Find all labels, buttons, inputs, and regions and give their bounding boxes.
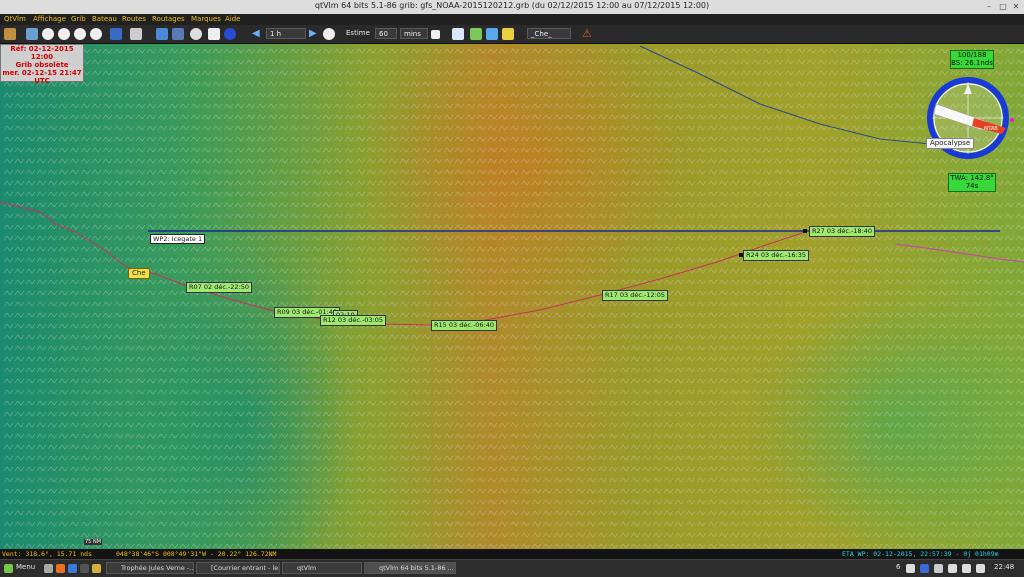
start-menu[interactable]: Menu bbox=[16, 563, 35, 571]
grib-ref-date: Réf: 02-12-2015 12:00 bbox=[10, 45, 74, 61]
route-name-box: Apocalypse bbox=[926, 138, 975, 149]
tray-battery-icon[interactable] bbox=[976, 564, 985, 573]
zoom-all-icon[interactable] bbox=[90, 28, 102, 40]
compass-rose[interactable]: MTAB bbox=[924, 74, 1020, 170]
grib-info-box: Réf: 02-12-2015 12:00 Grib obsolète mer.… bbox=[0, 44, 84, 85]
thunderbird-icon[interactable] bbox=[68, 564, 77, 573]
coast-line bbox=[639, 45, 931, 145]
estime-checkbox[interactable] bbox=[431, 30, 440, 39]
map-view[interactable]: Réf: 02-12-2015 12:00 Grib obsolète mer.… bbox=[0, 44, 1024, 549]
grib-tz: UTC bbox=[34, 77, 50, 85]
menu-routages[interactable]: Routages bbox=[152, 15, 185, 23]
maximize-icon[interactable]: □ bbox=[998, 2, 1008, 12]
route-icon[interactable] bbox=[470, 28, 482, 40]
route-label-r17[interactable]: R17 03 déc.-12:05 bbox=[602, 290, 669, 301]
firefox-icon[interactable] bbox=[56, 564, 65, 573]
next-step-icon[interactable]: ▶ bbox=[309, 28, 321, 40]
route-path bbox=[149, 231, 806, 326]
clock: 22:48 bbox=[994, 563, 1015, 571]
wind-icon[interactable] bbox=[190, 28, 202, 40]
warning-icon[interactable]: ⚠ bbox=[582, 28, 594, 40]
route-label-r12[interactable]: R12 03 déc.-03:05 bbox=[320, 315, 387, 326]
menu-icon[interactable] bbox=[4, 564, 13, 573]
compass-count-box: 100/188 BS: 26.1nds bbox=[950, 50, 994, 69]
settings-icon[interactable] bbox=[4, 28, 16, 40]
estime-unit-select[interactable]: mins bbox=[400, 28, 428, 39]
menu-marques[interactable]: Marques bbox=[191, 15, 221, 23]
other-route bbox=[894, 243, 1024, 263]
task-courrier[interactable]: [Courrier entrant - le... bbox=[196, 562, 280, 574]
waypoint-label[interactable]: WP2: Icegate 1 bbox=[150, 234, 206, 244]
prev-step-icon[interactable]: ◀ bbox=[252, 28, 264, 40]
menu-bar: QtVlm Affichage Grib Bateau Routes Routa… bbox=[0, 14, 1024, 25]
window-title: qtVlm 64 bits 5.1-86 grib: gfs_NOAA-2015… bbox=[314, 1, 710, 10]
vmg-tag: MTAB bbox=[984, 126, 998, 132]
mail-icon[interactable] bbox=[452, 28, 464, 40]
position-status: 048°38'46"S 008°49'31"W - 20.22° 126.72N… bbox=[116, 550, 277, 558]
toolbar: ◀ 1 h ▶ Estime 60 mins _Che_ ⚠ bbox=[0, 25, 1024, 44]
play-icon[interactable] bbox=[323, 28, 335, 40]
magnify-icon[interactable] bbox=[130, 28, 142, 40]
tray-wifi-icon[interactable] bbox=[962, 564, 971, 573]
title-bar: qtVlm 64 bits 5.1-86 grib: gfs_NOAA-2015… bbox=[0, 0, 1024, 15]
task-trophee[interactable]: Trophée Jules Verne -... bbox=[106, 562, 194, 574]
pilot-icon[interactable] bbox=[502, 28, 514, 40]
eta-status: ETA WP: 02-12-2015, 22:57:39 - 0j 01h09m bbox=[842, 550, 999, 558]
locate-icon[interactable] bbox=[156, 28, 168, 40]
menu-qtvlm[interactable]: QtVlm bbox=[4, 15, 26, 23]
route-label-r07[interactable]: R07 02 déc.-22:50 bbox=[186, 282, 253, 293]
time-step-select[interactable]: 1 h bbox=[266, 28, 306, 39]
tray-network-icon[interactable] bbox=[906, 564, 915, 573]
route-layer bbox=[0, 45, 1024, 326]
minimize-icon[interactable]: – bbox=[984, 2, 994, 12]
close-icon[interactable]: ✕ bbox=[1011, 2, 1021, 12]
tray-volume-icon[interactable] bbox=[948, 564, 957, 573]
files-icon[interactable] bbox=[92, 564, 101, 573]
menu-aide[interactable]: Aide bbox=[225, 15, 240, 23]
past-track bbox=[0, 201, 141, 273]
status-bar: Vent: 318.6°, 15.71 nds 048°38'46"S 008°… bbox=[0, 549, 1024, 559]
zoom-fit-icon[interactable] bbox=[74, 28, 86, 40]
boat-speed: BS: 26.1nds bbox=[951, 59, 993, 67]
menu-bateau[interactable]: Bateau bbox=[92, 15, 117, 23]
menu-routes[interactable]: Routes bbox=[122, 15, 146, 23]
route-marker bbox=[803, 229, 807, 233]
estime-value-input[interactable]: 60 bbox=[375, 28, 397, 39]
tray-count: 6 bbox=[896, 563, 901, 571]
task-qtvlm-app[interactable]: qtVlm 64 bits 5.1-86 ... bbox=[364, 562, 456, 574]
grib-current-date: mer. 02-12-15 21:47 bbox=[2, 69, 82, 77]
twa-value: TWA: 142.8° bbox=[950, 174, 994, 182]
zoom-out-icon[interactable] bbox=[58, 28, 70, 40]
select-icon[interactable] bbox=[110, 28, 122, 40]
layers-icon[interactable] bbox=[172, 28, 184, 40]
tray-bluetooth-icon[interactable] bbox=[920, 564, 929, 573]
route-label-r15[interactable]: R15 03 déc.-06:40 bbox=[431, 320, 498, 331]
taskbar: Menu Trophée Jules Verne -... [Courrier … bbox=[0, 559, 1024, 577]
map-icon[interactable] bbox=[26, 28, 38, 40]
compass-count: 100/188 bbox=[957, 51, 987, 59]
twa-sub: 74s bbox=[965, 182, 979, 190]
sync-icon[interactable] bbox=[486, 28, 498, 40]
clear-icon[interactable] bbox=[224, 28, 236, 40]
route-label-r27[interactable]: R27 03 déc.-18:40 bbox=[809, 226, 876, 237]
grib-obsolete: Grib obsolète bbox=[15, 61, 69, 69]
wind-status: Vent: 318.6°, 15.71 nds bbox=[2, 550, 93, 558]
terminal-icon[interactable] bbox=[80, 564, 89, 573]
twa-box: TWA: 142.8° 74s bbox=[948, 173, 996, 192]
tray-update-icon[interactable] bbox=[934, 564, 943, 573]
boat-select[interactable]: _Che_ bbox=[527, 28, 571, 39]
boat-label[interactable]: Che bbox=[128, 268, 150, 279]
estime-label: Estime bbox=[346, 29, 370, 37]
menu-affichage[interactable]: Affichage bbox=[33, 15, 66, 23]
menu-grib[interactable]: Grib bbox=[71, 15, 86, 23]
grid-icon[interactable] bbox=[208, 28, 220, 40]
route-label-r24[interactable]: R24 03 déc.-16:35 bbox=[743, 250, 810, 261]
task-qtvlm-folder[interactable]: qtVlm bbox=[282, 562, 362, 574]
zoom-in-icon[interactable] bbox=[42, 28, 54, 40]
scale-bar: 75 NM bbox=[84, 539, 103, 545]
desktop-icon[interactable] bbox=[44, 564, 53, 573]
